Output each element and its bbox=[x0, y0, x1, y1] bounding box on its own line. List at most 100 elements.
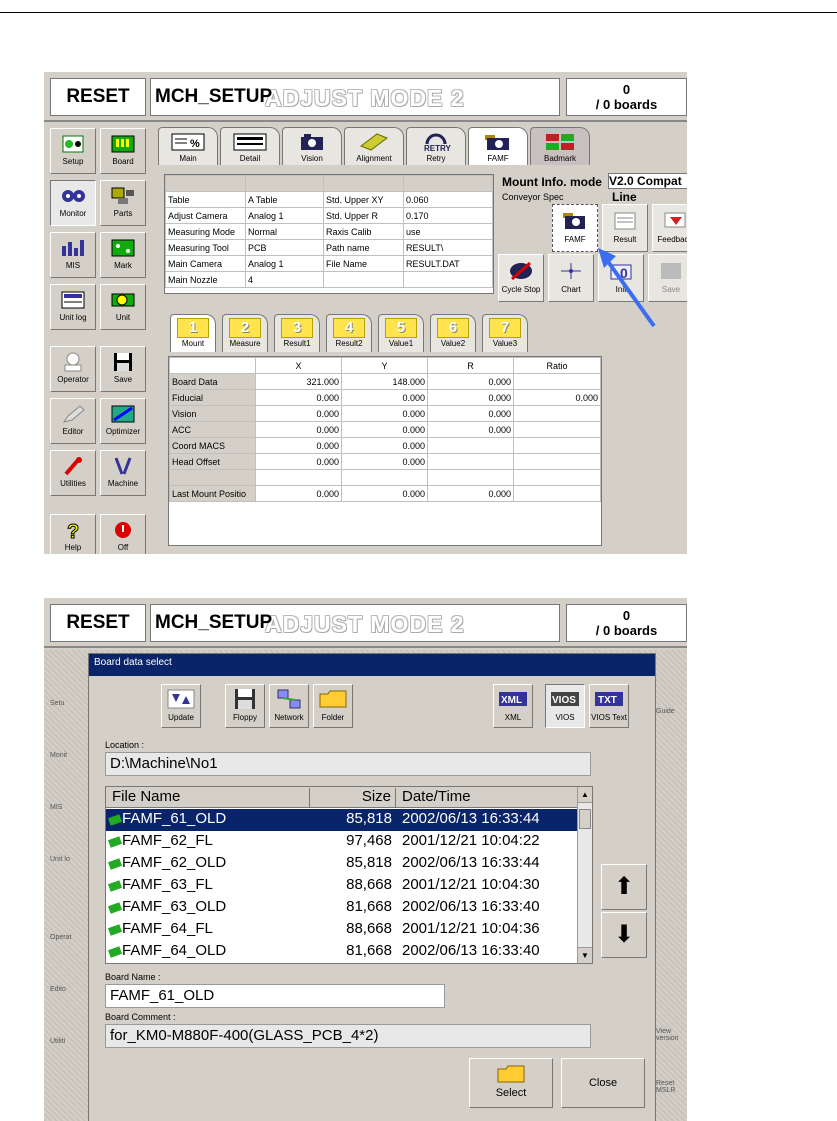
list-item[interactable]: FAMF_62_FL 97,468 2001/12/21 10:04:22 bbox=[106, 831, 579, 853]
move-up-button[interactable]: ⬆ bbox=[601, 864, 647, 910]
board-name-input[interactable]: FAMF_61_OLD bbox=[105, 984, 445, 1008]
file-list[interactable]: File Name Size Date/Time FAMF_61_OLD 85,8… bbox=[105, 786, 593, 964]
tab-label: Value2 bbox=[440, 339, 466, 348]
location-field[interactable]: D:\Machine\No1 bbox=[105, 752, 591, 776]
scroll-up-arrow-icon[interactable]: ▲ bbox=[578, 787, 592, 803]
info-value[interactable]: PCB bbox=[245, 239, 324, 256]
tab-detail[interactable]: Detail bbox=[220, 127, 280, 165]
sidebar-item-mis[interactable]: MIS bbox=[50, 232, 96, 278]
sidebar-item-parts[interactable]: Parts bbox=[100, 180, 146, 226]
list-item[interactable]: FAMF_64_OLD 81,668 2002/06/13 16:33:40 bbox=[106, 941, 579, 963]
file-size: 88,668 bbox=[346, 876, 392, 893]
vertical-scrollbar[interactable]: ▲ ▼ bbox=[577, 787, 592, 963]
tab-famf[interactable]: FAMF bbox=[468, 127, 528, 165]
info-value[interactable]: Analog 1 bbox=[245, 255, 324, 272]
sidebar-item-setup[interactable]: Setup bbox=[50, 128, 96, 174]
file-size: 81,668 bbox=[346, 942, 392, 959]
info-value[interactable]: 0.060 bbox=[403, 191, 493, 208]
sidebar-item-optimizer[interactable]: Optimizer bbox=[100, 398, 146, 444]
scroll-down-arrow-icon[interactable]: ▼ bbox=[578, 947, 592, 963]
tab-mount[interactable]: 1 Mount bbox=[170, 314, 216, 352]
info-value[interactable]: RESULT\ bbox=[403, 239, 493, 256]
sidebar-item-help[interactable]: ? Help bbox=[50, 514, 96, 554]
sidebar-item-save[interactable]: Save bbox=[100, 346, 146, 392]
table-row: Coord MACS 0.000 0.000 bbox=[169, 437, 601, 454]
vios-button[interactable]: VIOS VIOS bbox=[545, 684, 585, 728]
list-item[interactable]: FAMF_63_FL 88,668 2001/12/21 10:04:30 bbox=[106, 875, 579, 897]
button-label: Feedback bbox=[657, 235, 687, 244]
column-header-date[interactable]: Date/Time bbox=[396, 788, 579, 808]
column-header-size[interactable]: Size bbox=[310, 788, 396, 808]
info-label: Main Nozzle bbox=[165, 271, 246, 288]
tab-retry[interactable]: RETRY Retry bbox=[406, 127, 466, 165]
cycle-stop-button[interactable]: Cycle Stop bbox=[498, 254, 544, 302]
scroll-thumb[interactable] bbox=[579, 809, 591, 829]
vios-text-button[interactable]: TXT VIOS Text bbox=[589, 684, 629, 728]
tab-value2[interactable]: 6 Value2 bbox=[430, 314, 476, 352]
row-label: Fiducial bbox=[169, 389, 256, 406]
feedback-button[interactable]: Feedback bbox=[652, 204, 687, 252]
page-top-rule bbox=[0, 12, 837, 13]
cycle-stop-icon bbox=[508, 261, 534, 281]
list-item[interactable]: FAMF_61_OLD 85,818 2002/06/13 16:33:44 bbox=[106, 809, 579, 831]
info-value[interactable]: A Table bbox=[245, 191, 324, 208]
list-item[interactable]: FAMF_62_OLD 85,818 2002/06/13 16:33:44 bbox=[106, 853, 579, 875]
column-header-file-name[interactable]: File Name bbox=[106, 788, 310, 808]
sidebar-item-off[interactable]: Off bbox=[100, 514, 146, 554]
info-value[interactable]: use bbox=[403, 223, 493, 240]
list-item[interactable]: FAMF_63_OLD 81,668 2002/06/13 16:33:40 bbox=[106, 897, 579, 919]
board-file-icon bbox=[107, 922, 123, 940]
folder-button[interactable]: Folder bbox=[313, 684, 353, 728]
close-button[interactable]: Close bbox=[561, 1058, 645, 1108]
sidebar-item-editor[interactable]: Editor bbox=[50, 398, 96, 444]
select-button[interactable]: Select bbox=[469, 1058, 553, 1108]
tab-result1[interactable]: 3 Result1 bbox=[274, 314, 320, 352]
chart-button[interactable]: Chart bbox=[548, 254, 594, 302]
tab-badmark[interactable]: Badmark bbox=[530, 127, 590, 165]
tab-measure[interactable]: 2 Measure bbox=[222, 314, 268, 352]
xml-button[interactable]: XML XML bbox=[493, 684, 533, 728]
sidebar-item-operator[interactable]: Operator bbox=[50, 346, 96, 392]
list-item[interactable]: FAMF_64_FL 88,668 2001/12/21 10:04:36 bbox=[106, 919, 579, 941]
move-down-button[interactable]: ⬇ bbox=[601, 912, 647, 958]
info-value[interactable]: 0.170 bbox=[403, 207, 493, 224]
sidebar-item-board[interactable]: Board bbox=[100, 128, 146, 174]
info-value[interactable]: Analog 1 bbox=[245, 207, 324, 224]
tab-value3[interactable]: 7 Value3 bbox=[482, 314, 528, 352]
tab-value1[interactable]: 5 Value1 bbox=[378, 314, 424, 352]
sidebar-item-unit-log[interactable]: Unit log bbox=[50, 284, 96, 330]
tab-label: Vision bbox=[301, 154, 323, 163]
sidebar-item-mark[interactable]: Mark bbox=[100, 232, 146, 278]
update-icon bbox=[166, 688, 196, 710]
cell: 0.000 bbox=[255, 389, 342, 406]
svg-text:VIOS: VIOS bbox=[552, 695, 576, 706]
tab-alignment[interactable]: Alignment bbox=[344, 127, 404, 165]
sidebar-item-monitor[interactable]: Monitor bbox=[50, 180, 96, 226]
sidebar-item-utilities[interactable]: Utilities bbox=[50, 450, 96, 496]
tab-main[interactable]: % Main bbox=[158, 127, 218, 165]
file-date: 2001/12/21 10:04:30 bbox=[402, 876, 540, 893]
info-value[interactable]: Normal bbox=[245, 223, 324, 240]
floppy-button[interactable]: Floppy bbox=[225, 684, 265, 728]
file-size: 81,668 bbox=[346, 898, 392, 915]
famf-button[interactable]: FAMF bbox=[552, 204, 598, 252]
board-comment-field[interactable]: for_KM0-M880F-400(GLASS_PCB_4*2) bbox=[105, 1024, 591, 1048]
info-value[interactable]: 4 bbox=[245, 271, 324, 288]
tab-result2[interactable]: 4 Result2 bbox=[326, 314, 372, 352]
update-button[interactable]: Update bbox=[161, 684, 201, 728]
vios-icon: VIOS bbox=[550, 688, 580, 710]
reset-button[interactable]: RESET bbox=[50, 78, 146, 116]
result-button[interactable]: Result bbox=[602, 204, 648, 252]
file-name: FAMF_64_FL bbox=[122, 920, 213, 937]
sidebar-item-unit[interactable]: Unit bbox=[100, 284, 146, 330]
button-label: Result bbox=[613, 235, 637, 244]
info-value[interactable]: RESULT.DAT bbox=[403, 255, 493, 272]
info-value[interactable] bbox=[403, 271, 493, 288]
reset-button[interactable]: RESET bbox=[50, 604, 146, 642]
tab-vision[interactable]: Vision bbox=[282, 127, 342, 165]
file-name: FAMF_61_OLD bbox=[122, 810, 227, 827]
compat-version-field[interactable]: V2.0 Compat bbox=[608, 173, 687, 189]
sidebar-item-machine[interactable]: Machine bbox=[100, 450, 146, 496]
background-sidebar: Setu Monit MIS Unit lo Operat Edito Util… bbox=[50, 660, 84, 1100]
network-button[interactable]: Network bbox=[269, 684, 309, 728]
